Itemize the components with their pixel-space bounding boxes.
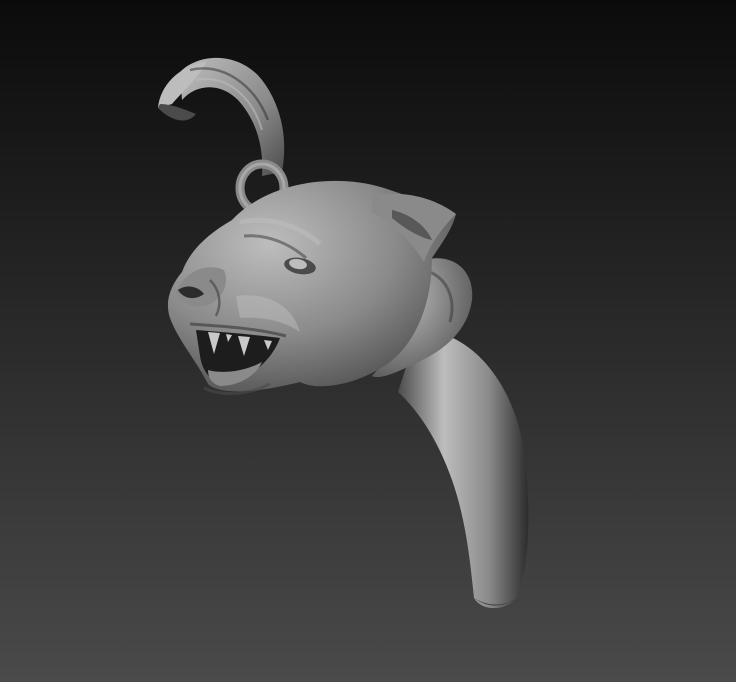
- sculpt-viewport[interactable]: [0, 0, 736, 682]
- pendant-bail: [158, 57, 285, 176]
- fang-body: [398, 330, 529, 609]
- panther-pendant-model[interactable]: [0, 0, 736, 682]
